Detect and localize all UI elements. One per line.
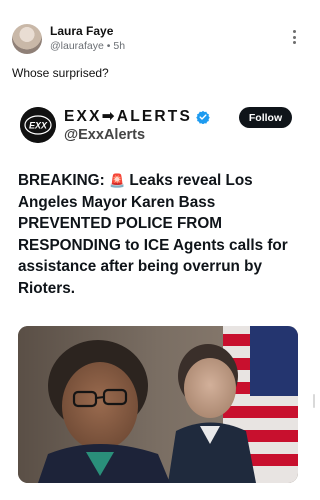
embed-account-name[interactable]: EXX➡ALERTS xyxy=(64,107,192,126)
verified-badge-icon xyxy=(196,110,210,124)
siren-icon: 🚨 xyxy=(108,173,126,188)
author-name[interactable]: Laura Faye xyxy=(50,24,113,38)
logo-text: EXX xyxy=(29,121,48,131)
follow-button[interactable]: Follow xyxy=(239,107,292,128)
headline-prefix: BREAKING: xyxy=(18,172,105,189)
headline: BREAKING: 🚨 Leaks reveal Los Angeles May… xyxy=(18,170,308,299)
embedded-post-card: EXX EXX➡ALERTS @ExxAlerts Follow BREAKIN… xyxy=(0,96,312,500)
author-avatar[interactable] xyxy=(12,24,42,54)
scrollbar[interactable] xyxy=(313,394,315,408)
author-handle-time: @laurafaye • 5h xyxy=(50,40,126,52)
embed-handle: @ExxAlerts xyxy=(64,127,146,143)
headline-body: Leaks reveal Los Angeles Mayor Karen Bas… xyxy=(18,172,288,297)
post-header: Laura Faye @laurafaye • 5h xyxy=(0,0,316,62)
more-vertical-icon[interactable] xyxy=(286,28,302,46)
exx-logo-avatar[interactable]: EXX xyxy=(20,107,56,143)
post-text: Whose surprised? xyxy=(12,66,109,80)
news-photo[interactable] xyxy=(18,326,298,483)
